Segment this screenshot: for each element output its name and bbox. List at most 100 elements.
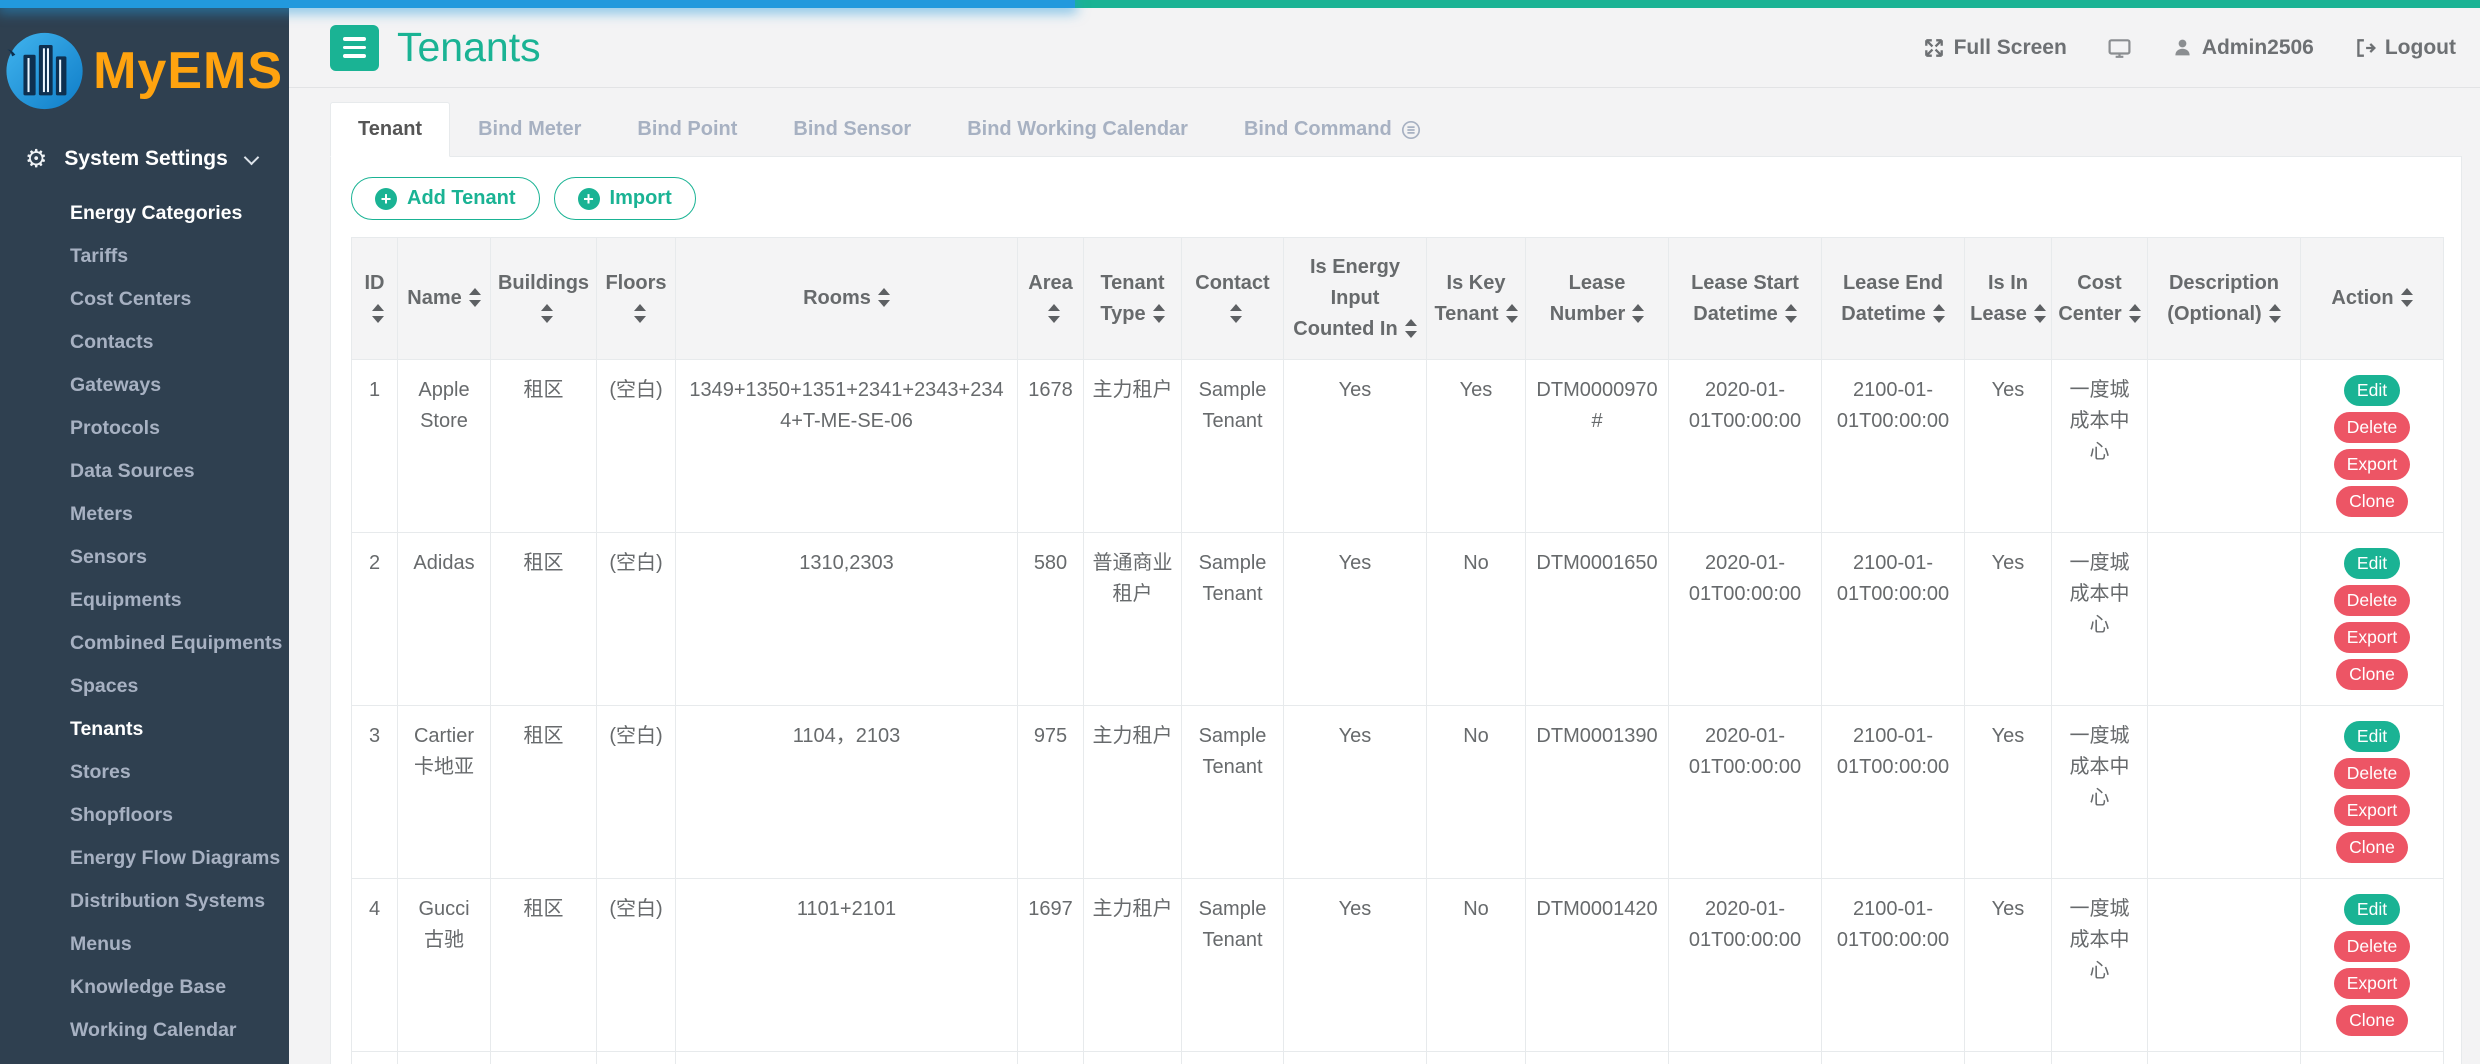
add-tenant-button[interactable]: + Add Tenant — [351, 177, 540, 220]
col-header-lease_number[interactable]: Lease Number — [1526, 238, 1669, 360]
display-button[interactable] — [2107, 37, 2132, 59]
col-header-rooms[interactable]: Rooms — [676, 238, 1018, 360]
col-header-area[interactable]: Area — [1018, 238, 1084, 360]
sidebar-item-spaces[interactable]: Spaces — [0, 665, 289, 708]
sort-icon — [2269, 304, 2281, 323]
cell-cost_center: 一度城成本中心 — [2052, 1052, 2148, 1064]
logout-button[interactable]: Logout — [2354, 36, 2456, 60]
cell-description — [2148, 533, 2301, 706]
export-button[interactable]: Export — [2334, 968, 2411, 999]
gears-icon: ⚙ — [25, 144, 47, 174]
cell-lease_end_datetime: 2100-01-01T00:00:00 — [1822, 1052, 1965, 1064]
sidebar-item-sensors[interactable]: Sensors — [0, 536, 289, 579]
tab-bind-command[interactable]: Bind Command — [1216, 102, 1449, 157]
full-screen-button[interactable]: Full Screen — [1923, 36, 2067, 60]
sidebar-item-working-calendar[interactable]: Working Calendar — [0, 1009, 289, 1052]
delete-button[interactable]: Delete — [2334, 931, 2411, 962]
sidebar-item-data-sources[interactable]: Data Sources — [0, 450, 289, 493]
clone-button[interactable]: Clone — [2336, 832, 2408, 863]
sidebar-item-tariffs[interactable]: Tariffs — [0, 235, 289, 278]
cell-lease_start_datetime: 2020-01-01T00:00:00 — [1669, 879, 1822, 1052]
edit-button[interactable]: Edit — [2344, 721, 2400, 752]
tab-tenant[interactable]: Tenant — [330, 102, 450, 157]
user-icon — [2172, 37, 2193, 58]
edit-button[interactable]: Edit — [2344, 548, 2400, 579]
col-header-contact[interactable]: Contact — [1182, 238, 1284, 360]
col-header-label: Area — [1028, 272, 1072, 294]
table-row: 3Cartier 卡地亚租区(空白)1104，2103975主力租户Sample… — [352, 706, 2444, 879]
delete-button[interactable]: Delete — [2334, 758, 2411, 789]
col-header-action[interactable]: Action — [2301, 238, 2444, 360]
cell-id: 1 — [352, 360, 398, 533]
cell-is_in_lease: Yes — [1965, 879, 2052, 1052]
edit-button[interactable]: Edit — [2344, 894, 2400, 925]
cell-is_key_tenant: No — [1427, 706, 1526, 879]
cell-rooms: 1101+2101 — [676, 879, 1018, 1052]
col-header-name[interactable]: Name — [398, 238, 491, 360]
sort-icon — [1230, 304, 1242, 323]
sidebar-toggle-button[interactable] — [330, 25, 379, 71]
sidebar-item-combined-equipments[interactable]: Combined Equipments — [0, 622, 289, 665]
col-header-lease_start_datetime[interactable]: Lease Start Datetime — [1669, 238, 1822, 360]
plus-circle-icon: + — [375, 188, 397, 210]
add-tenant-label: Add Tenant — [407, 187, 516, 210]
cell-is_in_lease: Yes — [1965, 533, 2052, 706]
sidebar-item-gateways[interactable]: Gateways — [0, 364, 289, 407]
export-button[interactable]: Export — [2334, 795, 2411, 826]
delete-button[interactable]: Delete — [2334, 585, 2411, 616]
col-header-cost_center[interactable]: Cost Center — [2052, 238, 2148, 360]
col-header-description[interactable]: Description (Optional) — [2148, 238, 2301, 360]
delete-button[interactable]: Delete — [2334, 412, 2411, 443]
cell-lease_start_datetime: 2020-01-01T00:00:00 — [1669, 1052, 1822, 1064]
sidebar-item-tenants[interactable]: Tenants — [0, 708, 289, 751]
clone-button[interactable]: Clone — [2336, 659, 2408, 690]
col-header-floors[interactable]: Floors — [597, 238, 676, 360]
col-header-tenant_type[interactable]: Tenant Type — [1084, 238, 1182, 360]
sidebar-section-system-settings[interactable]: ⚙ System Settings — [0, 128, 289, 184]
user-menu[interactable]: Admin2506 — [2172, 36, 2314, 60]
sidebar-item-energy-flow-diagrams[interactable]: Energy Flow Diagrams — [0, 837, 289, 880]
col-header-label: ID — [365, 272, 385, 294]
export-button[interactable]: Export — [2334, 449, 2411, 480]
import-button[interactable]: + Import — [554, 177, 696, 220]
col-header-lease_end_datetime[interactable]: Lease End Datetime — [1822, 238, 1965, 360]
sidebar-item-cost-centers[interactable]: Cost Centers — [0, 278, 289, 321]
export-button[interactable]: Export — [2334, 622, 2411, 653]
col-header-buildings[interactable]: Buildings — [491, 238, 597, 360]
tab-bind-sensor[interactable]: Bind Sensor — [765, 102, 939, 157]
clone-button[interactable]: Clone — [2336, 486, 2408, 517]
username: Admin2506 — [2202, 36, 2314, 60]
col-header-is_in_lease[interactable]: Is In Lease — [1965, 238, 2052, 360]
sidebar-item-distribution-systems[interactable]: Distribution Systems — [0, 880, 289, 923]
cell-lease_end_datetime: 2100-01-01T00:00:00 — [1822, 706, 1965, 879]
sidebar-section-label: System Settings — [64, 147, 227, 171]
tab-bind-point[interactable]: Bind Point — [609, 102, 765, 157]
sidebar-item-contacts[interactable]: Contacts — [0, 321, 289, 364]
clone-button[interactable]: Clone — [2336, 1005, 2408, 1036]
cell-lease_number: DTM0000970# — [1526, 360, 1669, 533]
sidebar-item-menus[interactable]: Menus — [0, 923, 289, 966]
col-header-is_energy_input_counted_in[interactable]: Is Energy Input Counted In — [1284, 238, 1427, 360]
sidebar-item-equipments[interactable]: Equipments — [0, 579, 289, 622]
edit-button[interactable]: Edit — [2344, 375, 2400, 406]
cell-name: Adidas — [398, 533, 491, 706]
sidebar-item-knowledge-base[interactable]: Knowledge Base — [0, 966, 289, 1009]
sidebar-item-protocols[interactable]: Protocols — [0, 407, 289, 450]
brand-logo[interactable]: MyEMS — [0, 0, 289, 128]
sidebar-item-shopfloors[interactable]: Shopfloors — [0, 794, 289, 837]
col-header-label: Action — [2331, 287, 2393, 309]
cell-tenant_type: 主力租户 — [1084, 879, 1182, 1052]
col-header-label: Is Key Tenant — [1434, 272, 1505, 325]
tab-label: Bind Point — [637, 118, 737, 141]
cell-contact: Sample Tenant — [1182, 360, 1284, 533]
sort-icon — [2129, 304, 2141, 323]
tab-bind-meter[interactable]: Bind Meter — [450, 102, 609, 157]
tab-bind-working-calendar[interactable]: Bind Working Calendar — [939, 102, 1216, 157]
col-header-is_key_tenant[interactable]: Is Key Tenant — [1427, 238, 1526, 360]
col-header-id[interactable]: ID — [352, 238, 398, 360]
sidebar-item-stores[interactable]: Stores — [0, 751, 289, 794]
sidebar-item-energy-categories[interactable]: Energy Categories — [0, 192, 289, 235]
cell-is_key_tenant: No — [1427, 1052, 1526, 1064]
cell-lease_number: DTM0001420 — [1526, 1052, 1669, 1064]
sidebar-item-meters[interactable]: Meters — [0, 493, 289, 536]
